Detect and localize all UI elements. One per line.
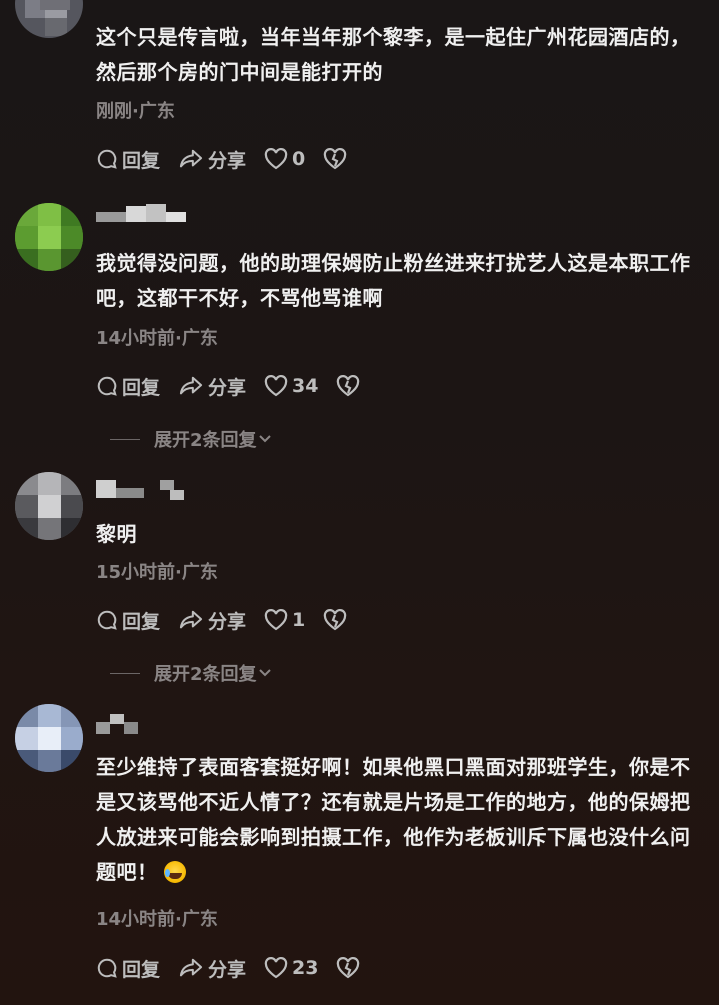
dislike-button[interactable]	[323, 148, 351, 170]
expand-replies-button[interactable]: 展开2条回复	[110, 660, 273, 686]
share-button[interactable]: 分享	[178, 146, 246, 173]
like-count: 1	[292, 609, 306, 631]
heart-icon	[264, 375, 288, 397]
chevron-down-icon	[258, 669, 271, 677]
heart-icon	[264, 148, 288, 170]
heart-icon	[264, 957, 288, 979]
comment-actions: 回复 分享 1	[96, 605, 369, 635]
share-label: 分享	[208, 958, 247, 981]
avatar[interactable]	[15, 472, 83, 540]
comment-meta: 刚刚·广东	[96, 101, 175, 122]
reply-button[interactable]: 回复	[96, 607, 160, 634]
username[interactable]	[20, 0, 90, 14]
share-icon	[179, 958, 203, 977]
comment-text: 至少维持了表面客套挺好啊！如果他黑口黑面对那班学生，你是不是又该骂他不近人情了？…	[96, 750, 707, 890]
broken-heart-icon	[337, 375, 360, 397]
broken-heart-icon	[337, 957, 360, 979]
reply-label: 回复	[122, 376, 161, 399]
reply-label: 回复	[122, 958, 161, 981]
comment-text: 这个只是传言啦，当年当年那个黎李，是一起住广州花园酒店的，然后那个房的门中间是能…	[96, 25, 691, 84]
dislike-button[interactable]	[336, 375, 364, 397]
like-count: 23	[292, 957, 319, 979]
reply-label: 回复	[122, 610, 161, 633]
share-icon	[179, 149, 203, 168]
like-button[interactable]: 1	[264, 609, 305, 631]
laugh-cry-emoji	[163, 861, 186, 883]
avatar[interactable]	[15, 203, 83, 271]
username[interactable]	[96, 712, 216, 736]
dislike-button[interactable]	[336, 957, 364, 979]
share-button[interactable]: 分享	[178, 607, 246, 634]
reply-icon	[97, 149, 117, 169]
comment-actions: 回复 分享 34	[96, 371, 382, 401]
username[interactable]	[96, 204, 216, 228]
share-label: 分享	[208, 610, 247, 633]
divider	[110, 438, 140, 440]
comment-actions: 回复 分享 23	[96, 953, 382, 983]
share-label: 分享	[208, 376, 247, 399]
reply-icon	[97, 958, 117, 978]
share-icon	[179, 376, 203, 395]
comment-meta: 14小时前·广东	[96, 909, 218, 930]
reply-button[interactable]: 回复	[96, 146, 160, 173]
comment-actions: 回复 分享 0	[96, 144, 369, 174]
reply-button[interactable]: 回复	[96, 955, 160, 982]
like-button[interactable]: 23	[264, 957, 318, 979]
reply-button[interactable]: 回复	[96, 373, 160, 400]
expand-replies-button[interactable]: 展开2条回复	[110, 426, 273, 452]
like-count: 0	[292, 148, 306, 170]
broken-heart-icon	[324, 148, 347, 170]
like-button[interactable]: 34	[264, 375, 318, 397]
like-button[interactable]: 0	[264, 148, 305, 170]
share-button[interactable]: 分享	[178, 955, 246, 982]
broken-heart-icon	[324, 609, 347, 631]
share-button[interactable]: 分享	[178, 373, 246, 400]
comment-text-content: 至少维持了表面客套挺好啊！如果他黑口黑面对那班学生，你是不是又该骂他不近人情了？…	[96, 755, 691, 884]
heart-icon	[264, 609, 288, 631]
reply-label: 回复	[122, 149, 161, 172]
expand-replies-label: 展开2条回复	[154, 664, 257, 685]
comment-meta: 15小时前·广东	[96, 562, 218, 583]
expand-replies-label: 展开2条回复	[154, 430, 257, 451]
like-count: 34	[292, 375, 319, 397]
share-label: 分享	[208, 149, 247, 172]
comment-text: 黎明	[96, 522, 137, 546]
username[interactable]	[96, 480, 216, 504]
comment-meta: 14小时前·广东	[96, 328, 218, 349]
share-icon	[179, 610, 203, 629]
chevron-down-icon	[258, 435, 271, 443]
avatar[interactable]	[15, 704, 83, 772]
reply-icon	[97, 376, 117, 396]
comment-text: 我觉得没问题，他的助理保姆防止粉丝进来打扰艺人这是本职工作吧，这都干不好，不骂他…	[96, 251, 691, 310]
reply-icon	[97, 610, 117, 630]
divider	[110, 672, 140, 674]
dislike-button[interactable]	[323, 609, 351, 631]
